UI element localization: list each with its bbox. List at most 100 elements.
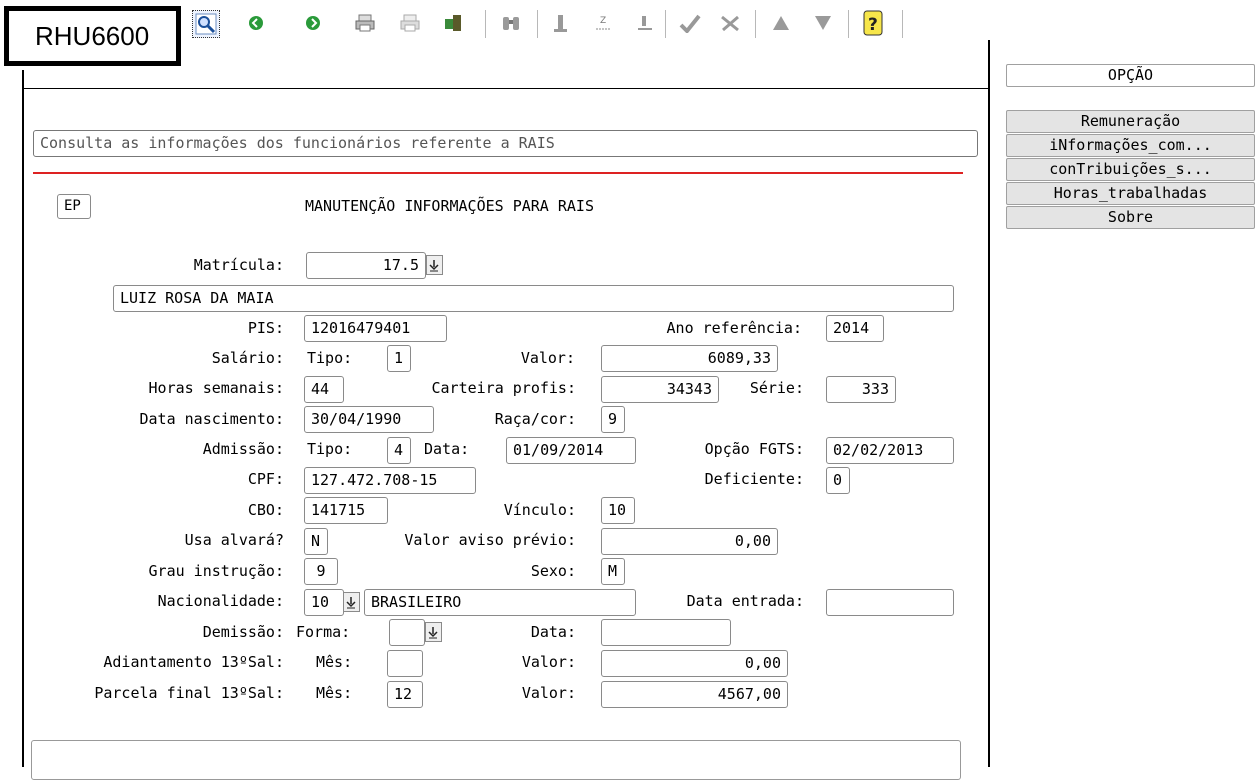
fgts-label: Opção FGTS: <box>704 440 804 458</box>
deficiente-field[interactable]: 0 <box>826 467 850 494</box>
horas-label: Horas semanais: <box>148 379 284 397</box>
pis-field[interactable]: 12016479401 <box>304 315 447 342</box>
prev-icon[interactable] <box>243 10 269 36</box>
sexo-label: Sexo: <box>530 562 576 580</box>
parcela-valor-label: Valor: <box>521 684 576 702</box>
adiant-label: Adiantamento 13ºSal: <box>103 653 284 671</box>
carteira-label: Carteira profis: <box>431 379 577 397</box>
description-field: Consulta as informações dos funcionários… <box>33 130 978 157</box>
salario-tipo-label: Tipo: <box>307 349 353 367</box>
matricula-label: Matrícula: <box>193 256 284 274</box>
alvara-label: Usa alvará? <box>184 531 284 549</box>
frame-left-border <box>22 70 24 767</box>
matricula-dropdown-icon[interactable] <box>426 255 443 275</box>
salario-tipo-field[interactable]: 1 <box>387 345 411 372</box>
form-title: MANUTENÇÃO INFORMAÇÕES PARA RAIS <box>305 197 594 215</box>
frame-top-border <box>22 88 990 89</box>
nasc-field[interactable]: 30/04/1990 <box>304 406 434 433</box>
alvara-field[interactable]: N <box>304 528 328 555</box>
demissao-label: Demissão: <box>202 623 284 641</box>
raca-field[interactable]: 9 <box>601 406 625 433</box>
print-disabled-icon[interactable] <box>397 10 423 36</box>
cbo-field[interactable]: 141715 <box>304 497 388 524</box>
next-icon[interactable] <box>300 10 326 36</box>
parcela-mes-field[interactable]: 12 <box>387 681 423 708</box>
adiant-mes-label: Mês: <box>316 653 353 671</box>
parcela-mes-label: Mês: <box>316 684 353 702</box>
grau-field[interactable]: 9 <box>304 558 338 585</box>
nasc-label: Data nascimento: <box>139 410 285 428</box>
adiant-mes-field[interactable] <box>387 650 423 677</box>
deficiente-label: Deficiente: <box>704 470 804 488</box>
toolbar: Z ? <box>150 6 990 40</box>
search-icon[interactable] <box>192 10 220 38</box>
option-header: OPÇÃO <box>1006 64 1255 87</box>
nome-field[interactable]: LUIZ ROSA DA MAIA <box>113 285 954 312</box>
option-contribuicoes-button[interactable]: conTribuições_s... <box>1006 158 1255 181</box>
cpf-field[interactable]: 127.472.708-15 <box>304 467 476 494</box>
binoculars-icon[interactable] <box>498 10 524 36</box>
ano-ref-field[interactable]: 2014 <box>826 315 884 342</box>
cbo-label: CBO: <box>247 501 284 519</box>
salario-label: Salário: <box>211 349 284 367</box>
horas-field[interactable]: 44 <box>304 376 344 403</box>
matricula-field[interactable]: 17.5 <box>306 252 426 279</box>
message-area <box>31 740 961 780</box>
adiant-valor-label: Valor: <box>521 653 576 671</box>
cancel-icon[interactable] <box>717 10 743 36</box>
nac-dropdown-icon[interactable] <box>343 592 360 612</box>
dem-forma-field[interactable] <box>389 619 425 646</box>
serie-field[interactable]: 333 <box>826 376 896 403</box>
sexo-field[interactable]: M <box>601 558 625 585</box>
dem-data-field[interactable] <box>601 619 731 646</box>
nac-cod-field[interactable]: 10 <box>304 589 344 616</box>
raca-label: Raça/cor: <box>494 410 576 428</box>
fgts-field[interactable]: 02/02/2013 <box>826 437 954 464</box>
frame-right-border <box>988 40 990 767</box>
svg-text:?: ? <box>868 15 878 35</box>
parcela-label: Parcela final 13ºSal: <box>94 684 284 702</box>
cpf-label: CPF: <box>247 470 284 488</box>
carteira-field[interactable]: 34343 <box>601 376 719 403</box>
entrada-field[interactable] <box>826 589 954 616</box>
up-triangle-icon[interactable] <box>768 10 794 36</box>
option-remuneracao-button[interactable]: Remuneração <box>1006 110 1255 133</box>
adm-tipo-label: Tipo: <box>307 440 353 458</box>
option-sobre-button[interactable]: Sobre <box>1006 206 1255 229</box>
forma-label: Forma: <box>296 623 351 641</box>
print-icon[interactable] <box>352 10 378 36</box>
grau-label: Grau instrução: <box>148 562 284 580</box>
check-icon[interactable] <box>677 10 703 36</box>
nac-label: Nacionalidade: <box>157 592 284 610</box>
admissao-label: Admissão: <box>202 440 284 458</box>
vinculo-field[interactable]: 10 <box>601 497 635 524</box>
adm-data-label: Data: <box>424 440 470 458</box>
ano-ref-label: Ano referência: <box>666 319 802 337</box>
adm-data-field[interactable]: 01/09/2014 <box>506 437 636 464</box>
aviso-field[interactable]: 0,00 <box>601 528 778 555</box>
salario-valor-field[interactable]: 6089,33 <box>601 345 778 372</box>
program-code: RHU6600 <box>4 6 181 66</box>
aviso-label: Valor aviso prévio: <box>404 531 576 549</box>
zoom-icon[interactable]: Z <box>590 10 616 36</box>
dem-data-label: Data: <box>530 623 576 641</box>
adiant-valor-field[interactable]: 0,00 <box>601 650 788 677</box>
ep-field[interactable]: EP <box>57 194 91 219</box>
adm-tipo-field[interactable]: 4 <box>387 437 411 464</box>
option-informacoes-button[interactable]: iNformações_com... <box>1006 134 1255 157</box>
down-triangle-icon[interactable] <box>810 10 836 36</box>
option-horas-button[interactable]: Horas_trabalhadas <box>1006 182 1255 205</box>
exit-icon[interactable] <box>440 10 466 36</box>
separator-line <box>33 172 963 174</box>
dem-forma-dropdown-icon[interactable] <box>425 622 442 642</box>
nac-desc-field: BRASILEIRO <box>364 589 636 616</box>
vinculo-label: Vínculo: <box>503 501 576 519</box>
serie-label: Série: <box>749 379 804 397</box>
help-icon[interactable]: ? <box>860 10 886 36</box>
parcela-valor-field[interactable]: 4567,00 <box>601 681 788 708</box>
underline-icon[interactable] <box>632 10 658 36</box>
svg-text:Z: Z <box>600 16 606 26</box>
entrada-label: Data entrada: <box>686 592 804 610</box>
salario-valor-label: Valor: <box>520 349 575 367</box>
number-one-icon[interactable] <box>548 10 574 36</box>
